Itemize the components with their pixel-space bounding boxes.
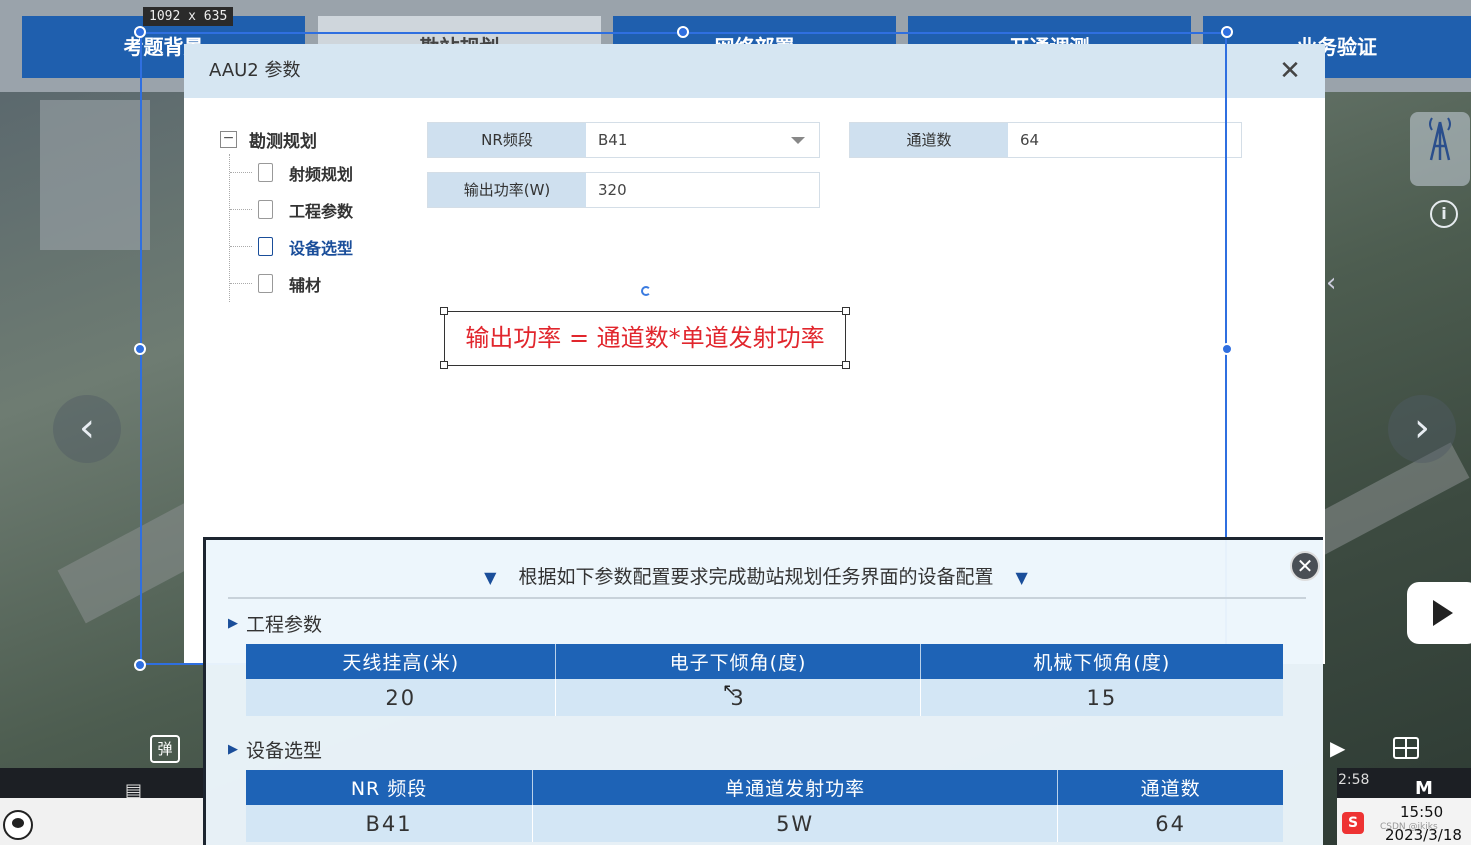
tower-icon-graphic	[1429, 117, 1451, 161]
engineering-params-table: 天线挂高(米) 电子下倾角(度) 机械下倾角(度) 20 3 15	[246, 644, 1283, 716]
section-equipment-selection: ▶ 设备选型	[228, 736, 322, 763]
table-cell: 15	[920, 679, 1283, 716]
table-cell: 5W	[532, 805, 1059, 842]
selection-dimensions: 1092 x 635	[143, 7, 234, 26]
close-icon[interactable]: ✕	[1275, 56, 1305, 86]
mouse-cursor-icon: ↖	[722, 680, 738, 701]
selection-handle[interactable]	[677, 26, 689, 38]
selection-handle[interactable]	[134, 26, 146, 38]
tray-date: 2023/3/18	[1385, 826, 1462, 844]
table-header: NR 频段	[246, 770, 534, 805]
player-bottom-bar	[0, 768, 203, 845]
next-icon[interactable]: ▶	[1330, 736, 1345, 760]
road	[1300, 442, 1470, 558]
next-arrow-icon[interactable]: ›	[1388, 395, 1456, 463]
fullscreen-icon[interactable]	[1393, 737, 1419, 759]
tray-time: 15:50	[1400, 803, 1444, 821]
avatar[interactable]	[3, 810, 33, 840]
prev-arrow-icon[interactable]: ‹	[53, 395, 121, 463]
triangle-right-icon: ▶	[228, 742, 238, 757]
task-title: 根据如下参数配置要求完成勘站规划任务界面的设备配置	[518, 566, 994, 588]
table-header: 天线挂高(米)	[246, 644, 557, 679]
player-control-strip	[0, 768, 203, 798]
play-icon[interactable]	[1407, 582, 1471, 644]
selection-handle[interactable]	[134, 343, 146, 355]
playback-time: 2:58	[1338, 772, 1370, 788]
selection-handle[interactable]	[1221, 26, 1233, 38]
playlist-icon[interactable]: ▤	[125, 780, 142, 801]
selection-handle[interactable]	[134, 659, 146, 671]
close-icon[interactable]: ✕	[1290, 551, 1320, 581]
triangle-down-icon: ▼	[1015, 568, 1028, 587]
section-title: 工程参数	[246, 614, 323, 636]
task-requirements-panel: ▼ 根据如下参数配置要求完成勘站规划任务界面的设备配置 ▼ ✕ ▶ 工程参数 天线挂…	[203, 537, 1323, 845]
collapse-arrow-icon[interactable]: ‹	[1326, 268, 1336, 298]
tower-icon[interactable]	[1410, 112, 1470, 186]
table-cell: 3	[555, 679, 921, 716]
divider	[228, 597, 1306, 599]
table-header: 通道数	[1057, 770, 1283, 805]
triangle-right-icon: ▶	[228, 616, 238, 631]
table-cell: B41	[246, 805, 534, 842]
task-title-row: ▼ 根据如下参数配置要求完成勘站规划任务界面的设备配置 ▼	[206, 562, 1306, 589]
section-engineering-params: ▶ 工程参数	[228, 610, 322, 637]
info-icon[interactable]: i	[1430, 200, 1458, 228]
table-cell: 64	[1057, 805, 1283, 842]
section-title: 设备选型	[246, 740, 323, 762]
table-header: 电子下倾角(度)	[555, 644, 921, 679]
building	[40, 100, 150, 250]
danmu-button[interactable]: 弹	[150, 735, 180, 763]
ml-logo-icon: M	[1415, 778, 1433, 799]
selection-handle[interactable]	[1221, 343, 1233, 355]
table-header: 单通道发射功率	[532, 770, 1059, 805]
table-header: 机械下倾角(度)	[920, 644, 1283, 679]
table-cell: 20	[246, 679, 557, 716]
equipment-selection-table: NR 频段 单通道发射功率 通道数 B41 5W 64	[246, 770, 1283, 842]
sogou-icon[interactable]: S	[1342, 812, 1364, 834]
triangle-down-icon: ▼	[484, 568, 497, 587]
